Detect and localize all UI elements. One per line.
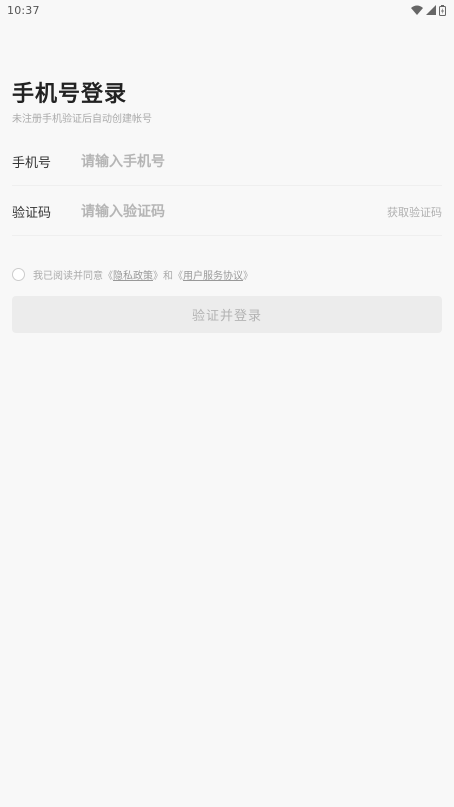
privacy-policy-link[interactable]: 隐私政策 bbox=[113, 267, 153, 282]
phone-row: 手机号 bbox=[12, 138, 442, 186]
page-title: 手机号登录 bbox=[12, 82, 128, 107]
status-bar: 10:37 bbox=[0, 0, 454, 20]
agreement-open-quote-2: 《 bbox=[173, 270, 183, 282]
phone-input[interactable] bbox=[81, 146, 442, 177]
verify-login-button[interactable]: 验证并登录 bbox=[12, 296, 442, 333]
agreement-open-quote: 《 bbox=[103, 270, 113, 282]
agreement-joiner: 和 bbox=[163, 270, 173, 282]
status-icons bbox=[411, 4, 446, 16]
page-subtitle: 未注册手机验证后自动创建帐号 bbox=[12, 114, 152, 125]
wifi-icon bbox=[411, 5, 423, 15]
code-input[interactable] bbox=[81, 196, 387, 227]
status-time: 10:37 bbox=[7, 3, 40, 17]
agreement-prefix: 我已阅读并同意 bbox=[33, 270, 103, 282]
cellular-signal-icon bbox=[426, 5, 436, 15]
code-row: 验证码 获取验证码 bbox=[12, 188, 442, 236]
phone-label: 手机号 bbox=[12, 156, 52, 171]
code-label: 验证码 bbox=[12, 206, 52, 221]
agree-checkbox[interactable] bbox=[12, 267, 25, 281]
login-screen: 10:37 手机号登录 未注册手机验证后自动创建帐号 手机号 验证码 获取验 bbox=[0, 0, 454, 807]
agreement-close-quote-2: 》 bbox=[243, 270, 253, 282]
get-code-button[interactable]: 获取验证码 bbox=[387, 204, 442, 220]
service-agreement-link[interactable]: 用户服务协议 bbox=[183, 267, 243, 282]
agreement: 我已阅读并同意 《 隐私政策 》 和 《 用户服务协议 》 bbox=[12, 266, 253, 282]
battery-icon bbox=[439, 4, 446, 16]
agreement-close-quote: 》 bbox=[153, 270, 163, 282]
